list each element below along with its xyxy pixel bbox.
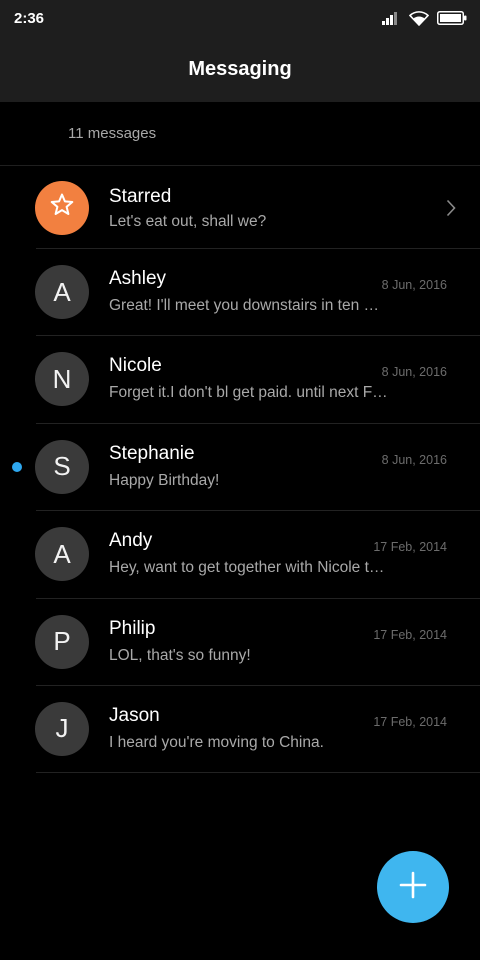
messaging-app: 2:36 Messaging 11 messages Starred Let's… [0, 0, 480, 960]
conversation-andy[interactable]: A Andy Hey, want to get together with Ni… [0, 511, 480, 599]
conversation-name: Philip [109, 617, 156, 639]
signal-icon [382, 11, 401, 25]
wifi-icon [409, 10, 429, 26]
conversation-date: 8 Jun, 2016 [381, 452, 447, 467]
conversation-preview: LOL, that's so funny! [109, 646, 251, 664]
conversation-date: 17 Feb, 2014 [373, 627, 447, 642]
conversation-name: Ashley [109, 268, 167, 289]
avatar: N [35, 352, 89, 407]
app-header: Messaging [0, 36, 480, 102]
conversation-jason[interactable]: J Jason I heard you're moving to China. … [0, 686, 480, 774]
new-message-button[interactable] [377, 851, 449, 923]
conversation-name: Jason [109, 704, 160, 726]
conversation-ashley[interactable]: A Ashley Great! I'll meet you downstairs… [0, 249, 480, 337]
status-bar: 2:36 [0, 0, 480, 36]
message-count: 11 messages [68, 125, 157, 142]
message-count-row: 11 messages [0, 102, 480, 166]
conversation-preview: Let's eat out, shall we? [109, 213, 267, 230]
chevron-right-icon [446, 199, 456, 222]
conversation-preview: Great! I'll meet you downstairs in ten m… [109, 297, 391, 314]
status-icons [382, 10, 467, 26]
conversation-stephanie[interactable]: S Stephanie Happy Birthday! 8 Jun, 2016 [0, 424, 480, 512]
conversation-date: 8 Jun, 2016 [381, 278, 447, 292]
conversation-name: Stephanie [109, 442, 195, 464]
page-title: Messaging [188, 57, 292, 80]
conversation-preview: I heard you're moving to China. [109, 733, 324, 751]
starred-avatar [35, 181, 89, 235]
status-time: 2:36 [14, 9, 45, 27]
star-icon [48, 191, 76, 226]
plus-icon [398, 870, 428, 905]
conversation-preview: Happy Birthday! [109, 471, 220, 489]
conversation-preview: Hey, want to get together with Nicole to… [109, 559, 391, 577]
conversation-date: 17 Feb, 2014 [373, 714, 447, 729]
avatar: J [35, 701, 89, 756]
conversation-name: Andy [109, 530, 153, 552]
unread-indicator [12, 461, 22, 472]
conversation-name: Nicole [109, 355, 162, 377]
conversation-name: Starred [109, 186, 172, 207]
conversation-preview: Forget it.I don't bl get paid. until nex… [109, 384, 391, 402]
conversation-starred[interactable]: Starred Let's eat out, shall we? [0, 166, 480, 249]
avatar: P [35, 614, 89, 669]
avatar: S [35, 439, 89, 494]
conversation-date: 8 Jun, 2016 [381, 365, 447, 380]
conversation-nicole[interactable]: N Nicole Forget it.I don't bl get paid. … [0, 336, 480, 425]
avatar: A [35, 527, 89, 582]
conversation-list: Starred Let's eat out, shall we? A Ashle… [0, 166, 480, 774]
avatar: A [35, 265, 89, 319]
conversation-philip[interactable]: P Philip LOL, that's so funny! 17 Feb, 2… [0, 599, 480, 687]
battery-icon [437, 11, 467, 25]
conversation-date: 17 Feb, 2014 [373, 540, 447, 555]
